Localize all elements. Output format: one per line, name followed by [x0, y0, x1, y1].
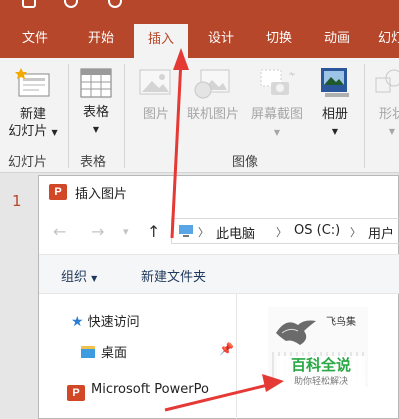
arrow-to-image-file — [164, 374, 284, 412]
annotation-arrows — [164, 48, 284, 412]
arrow-to-insert-tab — [170, 48, 189, 239]
